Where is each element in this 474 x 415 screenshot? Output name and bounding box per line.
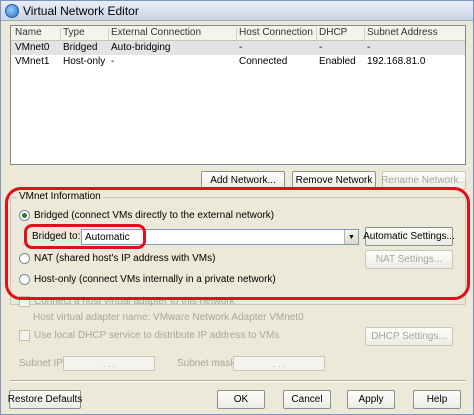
use-dhcp-checkbox[interactable]: Use local DHCP service to distribute IP … xyxy=(19,330,279,341)
bridged-to-dropdown[interactable]: Automatic ▼ xyxy=(81,229,359,245)
radio-unselected-icon xyxy=(19,253,30,264)
bridged-to-value: Automatic xyxy=(85,232,130,243)
radio-selected-icon xyxy=(19,210,30,221)
nat-settings-button[interactable]: NAT Settings... xyxy=(365,250,453,269)
column-header-host-connection[interactable]: Host Connection xyxy=(237,27,317,40)
checkbox-icon xyxy=(19,296,30,307)
dhcp-settings-button[interactable]: DHCP Settings... xyxy=(365,327,453,346)
rename-network-button[interactable]: Rename Network... xyxy=(381,171,467,190)
subnet-mask-label: Subnet mask: xyxy=(177,358,239,369)
checkbox-icon xyxy=(19,330,30,341)
remove-network-button[interactable]: Remove Network xyxy=(292,171,376,190)
host-only-radio[interactable]: Host-only (connect VMs internally in a p… xyxy=(19,274,276,285)
radio-unselected-icon xyxy=(19,274,30,285)
subnet-mask-input[interactable]: . . . xyxy=(233,356,325,371)
cell-host-connection: - xyxy=(239,42,243,53)
cell-type: Host-only xyxy=(63,56,106,67)
cell-external-connection: Auto-bridging xyxy=(111,42,171,53)
subnet-ip-label: Subnet IP: xyxy=(19,358,66,369)
nat-radio-label: NAT (shared host's IP address with VMs) xyxy=(34,253,216,264)
apply-button[interactable]: Apply xyxy=(347,390,395,409)
table-row[interactable]: VMnet1 Host-only - Connected Enabled 192… xyxy=(11,55,465,69)
network-list[interactable]: Name Type External Connection Host Conne… xyxy=(10,25,466,165)
connect-adapter-label: Connect a host virtual adapter to this n… xyxy=(34,296,235,307)
add-network-button[interactable]: Add Network... xyxy=(201,171,285,190)
footer-divider xyxy=(10,380,466,382)
help-button[interactable]: Help xyxy=(413,390,461,409)
subnet-ip-value: . . . xyxy=(102,358,116,369)
cell-dhcp: Enabled xyxy=(319,56,356,67)
vmware-app-icon xyxy=(5,4,19,18)
column-header-type[interactable]: Type xyxy=(61,27,109,40)
title-bar[interactable]: Virtual Network Editor xyxy=(1,1,473,21)
column-header-name[interactable]: Name xyxy=(13,27,61,40)
bridged-to-label: Bridged to: xyxy=(32,231,81,242)
chevron-down-icon[interactable]: ▼ xyxy=(344,230,358,244)
cancel-button[interactable]: Cancel xyxy=(283,390,331,409)
subnet-ip-input[interactable]: . . . xyxy=(63,356,155,371)
adapter-name-label: Host virtual adapter name: VMware Networ… xyxy=(33,312,304,323)
host-only-radio-label: Host-only (connect VMs internally in a p… xyxy=(34,274,276,285)
cell-host-connection: Connected xyxy=(239,56,288,67)
cell-subnet-address: 192.168.81.0 xyxy=(367,56,426,67)
cell-name: VMnet1 xyxy=(15,56,50,67)
vmnet-information-legend: VMnet Information xyxy=(17,191,103,202)
bridged-radio[interactable]: Bridged (connect VMs directly to the ext… xyxy=(19,210,274,221)
nat-radio[interactable]: NAT (shared host's IP address with VMs) xyxy=(19,253,215,264)
cell-dhcp: - xyxy=(319,42,323,53)
column-header-subnet-address[interactable]: Subnet Address xyxy=(365,27,463,40)
cell-name: VMnet0 xyxy=(15,42,50,53)
use-dhcp-label: Use local DHCP service to distribute IP … xyxy=(34,330,280,341)
cell-external-connection: - xyxy=(111,56,115,67)
column-header-dhcp[interactable]: DHCP xyxy=(317,27,365,40)
virtual-network-editor-window: Virtual Network Editor Name Type Externa… xyxy=(0,0,474,415)
list-header: Name Type External Connection Host Conne… xyxy=(11,26,465,41)
column-header-external-connection[interactable]: External Connection xyxy=(109,27,237,40)
table-row[interactable]: VMnet0 Bridged Auto-bridging - - - xyxy=(11,41,465,55)
subnet-mask-value: . . . xyxy=(272,358,286,369)
window-title: Virtual Network Editor xyxy=(23,4,139,18)
restore-defaults-button[interactable]: Restore Defaults xyxy=(8,390,82,409)
cell-subnet-address: - xyxy=(367,42,371,53)
automatic-settings-button[interactable]: Automatic Settings... xyxy=(363,227,455,246)
cell-type: Bridged xyxy=(63,42,98,53)
ok-button[interactable]: OK xyxy=(217,390,265,409)
bridged-radio-label: Bridged (connect VMs directly to the ext… xyxy=(34,210,275,221)
connect-adapter-checkbox[interactable]: Connect a host virtual adapter to this n… xyxy=(19,296,235,307)
